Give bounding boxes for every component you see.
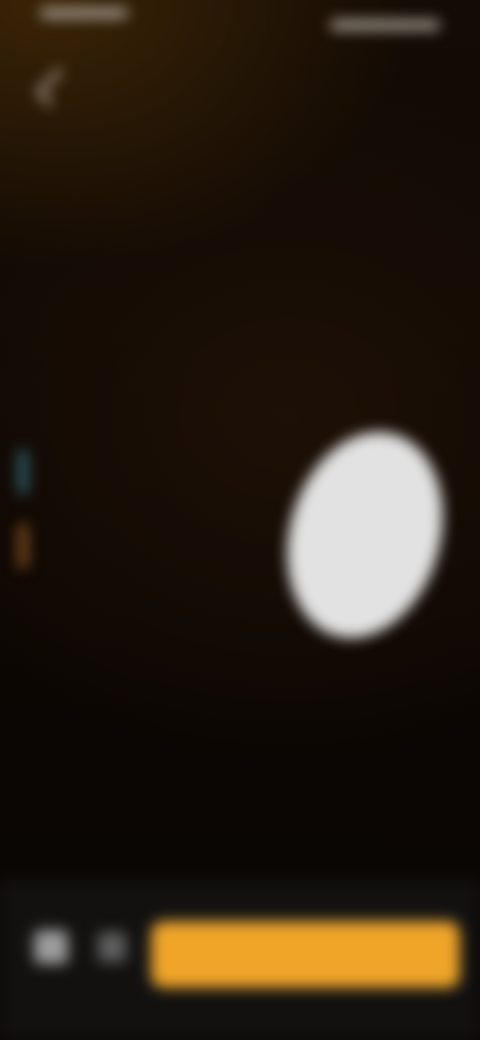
legend-swatch bbox=[18, 450, 28, 494]
grid-icon[interactable] bbox=[34, 930, 68, 964]
legend-swatch bbox=[18, 524, 28, 568]
back-chevron-icon[interactable] bbox=[36, 67, 75, 107]
primary-action-button[interactable] bbox=[150, 920, 462, 990]
content-blur bbox=[0, 0, 480, 1040]
status-right bbox=[330, 20, 440, 30]
pill-image bbox=[263, 413, 467, 657]
status-left bbox=[40, 8, 128, 18]
document-icon[interactable] bbox=[98, 932, 126, 962]
